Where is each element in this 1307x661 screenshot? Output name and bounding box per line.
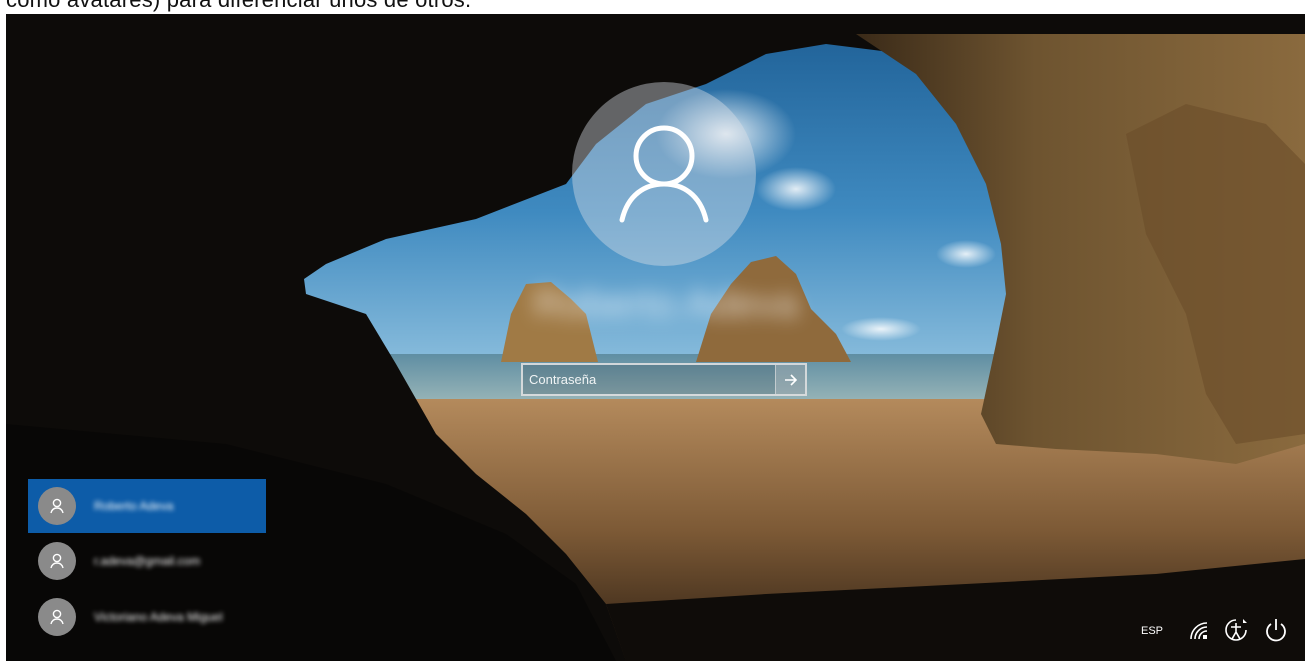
- user-silhouette-icon: [50, 609, 64, 625]
- user-list-label: Roberto Adeva: [94, 499, 174, 513]
- user-list-item[interactable]: r.adeva@gmail.com: [28, 533, 266, 589]
- system-tray: ESP: [1085, 601, 1305, 661]
- lock-screen: Roberto Adeva Roberto Adeva r.adeva@gmai…: [6, 14, 1305, 661]
- mini-avatar: [38, 598, 76, 636]
- user-avatar: [572, 82, 756, 266]
- user-list-item[interactable]: Roberto Adeva: [28, 479, 266, 533]
- user-silhouette-icon: [50, 498, 64, 514]
- user-list: Roberto Adeva r.adeva@gmail.com Victoria…: [28, 479, 268, 645]
- user-silhouette-icon: [50, 553, 64, 569]
- user-list-item[interactable]: Victoriano Adeva Miguel: [28, 589, 266, 645]
- ease-of-access-icon[interactable]: [1221, 615, 1251, 645]
- arrow-right-icon: [784, 373, 797, 386]
- power-icon[interactable]: [1261, 615, 1291, 645]
- user-list-label: Victoriano Adeva Miguel: [94, 610, 223, 624]
- caption-text: como avatares) para diferenciar unos de …: [6, 0, 471, 13]
- wifi-icon[interactable]: [1183, 615, 1213, 645]
- mini-avatar: [38, 542, 76, 580]
- submit-button[interactable]: [775, 365, 805, 394]
- user-silhouette-icon: [619, 125, 709, 223]
- caption-strip: como avatares) para diferenciar unos de …: [0, 0, 1307, 14]
- user-list-label: r.adeva@gmail.com: [94, 554, 201, 568]
- user-name: Roberto Adeva: [533, 282, 799, 326]
- mini-avatar: [38, 487, 76, 525]
- language-indicator[interactable]: ESP: [1141, 625, 1163, 637]
- password-input[interactable]: [523, 365, 775, 394]
- password-box: [521, 363, 807, 396]
